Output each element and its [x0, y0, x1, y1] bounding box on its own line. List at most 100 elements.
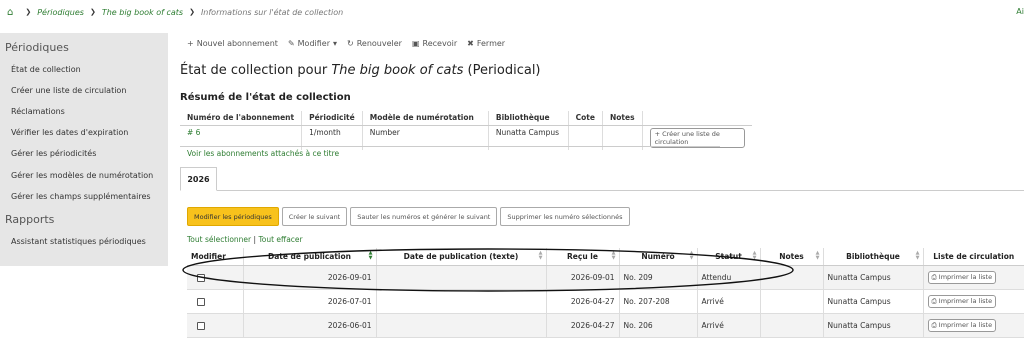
refresh-icon: ↻ [347, 39, 354, 48]
pubdate-text-cell [376, 313, 547, 338]
column-header-pubdate[interactable]: Date de publication ▲ ▼ [243, 248, 377, 266]
tab-2026[interactable]: 2026 [180, 167, 217, 191]
issue-checkbox[interactable] [197, 273, 205, 282]
new-subscription-button[interactable]: + Nouvel abonnement [187, 39, 278, 48]
close-button[interactable]: ✖ Fermer [467, 39, 505, 48]
table-row: 2026-07-01 2026-04-27 No. 207-208 Arrivé… [187, 289, 1024, 314]
new-subscription-label: Nouvel abonnement [196, 39, 278, 48]
page-title-book: The big book of cats [331, 63, 464, 78]
pubdate-cell: 2026-06-01 [243, 313, 377, 338]
printer-icon: ⎙ [931, 272, 937, 281]
renew-label: Renouveler [356, 39, 402, 48]
column-header-library[interactable]: Bibliothèque ▲ ▼ [823, 248, 924, 266]
close-circle-icon: ✖ [467, 39, 474, 48]
breadcrumb-title-link[interactable]: The big book of cats [102, 8, 183, 17]
pencil-icon: ✎ [287, 39, 295, 48]
sort-icon: ▲ ▼ [752, 250, 757, 261]
column-header-label: Bibliothèque [846, 251, 900, 261]
sidebar-item-frequencies[interactable]: Gérer les périodicités [11, 149, 96, 158]
table-row: 2026-09-01 2026-09-01 No. 209 Attendu Nu… [187, 265, 1024, 290]
summary-heading: Résumé de l'état de collection [180, 92, 351, 103]
clear-all-link[interactable]: Tout effacer [258, 235, 302, 244]
summary-header: Périodicité [301, 111, 363, 126]
library-cell: Nunatta Campus [823, 313, 924, 338]
chevron-right-icon: ❯ [89, 8, 96, 16]
column-header-label: Liste de circulation [933, 251, 1015, 261]
subscription-number-link[interactable]: # 6 [187, 128, 200, 137]
pubdate-text-cell [376, 289, 547, 314]
printer-icon: ⎙ [931, 320, 937, 329]
summary-header: Modèle de numérotation [362, 111, 489, 126]
column-header-label: Date de publication [267, 251, 351, 261]
issue-checkbox[interactable] [197, 321, 205, 330]
sidebar-item-statistics-wizard[interactable]: Assistant statistiques périodiques [11, 237, 146, 246]
column-header-edit[interactable]: Modifier [187, 248, 244, 266]
received-cell: 2026-09-01 [546, 265, 620, 290]
sidebar-item-holdings[interactable]: État de collection [11, 65, 81, 74]
sidebar-item-create-routing[interactable]: Créer une liste de circulation [11, 86, 126, 95]
skip-and-generate-button[interactable]: Sauter les numéros et générer le suivant [350, 207, 498, 226]
sidebar-item-claims[interactable]: Réclamations [11, 107, 65, 116]
edit-dropdown-button[interactable]: ✎ Modifier ▾ [288, 39, 337, 48]
printer-icon: ⎙ [931, 296, 937, 305]
print-list-label: Imprimer la liste [938, 296, 993, 305]
issue-checkbox[interactable] [197, 297, 205, 306]
print-list-button[interactable]: ⎙ Imprimer la liste [927, 270, 997, 284]
select-all-link[interactable]: Tout sélectionner [187, 235, 251, 244]
sidebar-item-check-expiration[interactable]: Vérifier les dates d'expiration [11, 128, 128, 137]
divider [180, 146, 720, 147]
summary-header: Cote [568, 111, 603, 126]
column-header-label: Modifier [191, 251, 226, 261]
column-header-label: Date de publication (texte) [403, 251, 519, 261]
toolbar: + Nouvel abonnement ✎ Modifier ▾ ↻ Renouvele… [187, 39, 505, 48]
print-list-button[interactable]: ⎙ Imprimer la liste [927, 318, 997, 332]
select-links: Tout sélectionner | Tout effacer [187, 235, 303, 244]
sidebar-item-numbering-patterns[interactable]: Gérer les modèles de numérotation [11, 171, 153, 180]
issue-actions: Modifier les périodiques Créer le suivan… [187, 207, 630, 226]
chevron-right-icon: ❯ [25, 8, 32, 16]
generate-next-button[interactable]: Créer le suivant [281, 207, 348, 226]
sort-icon: ▲ ▼ [815, 250, 820, 261]
column-header-received[interactable]: Reçu le ▲ ▼ [546, 248, 620, 266]
create-routing-list-label: Créer une liste de circulation [654, 129, 720, 146]
sort-icon: ▲ ▼ [368, 250, 373, 261]
chevron-right-icon: ❯ [189, 8, 195, 16]
home-icon[interactable]: ⌂ [7, 7, 13, 18]
sidebar-item-additional-fields[interactable]: Gérer les champs supplémentaires [11, 192, 151, 201]
close-label: Fermer [476, 39, 506, 48]
create-routing-list-button[interactable]: + Créer une liste de circulation [649, 127, 746, 148]
sidebar-section-title: Périodiques [5, 41, 69, 54]
table-row: 2026-06-01 2026-04-27 No. 206 Arrivé Nun… [187, 313, 1024, 338]
summary-header: Bibliothèque [488, 111, 569, 126]
column-header-status[interactable]: Statut ▲ ▼ [697, 248, 761, 266]
number-cell: No. 207-208 [619, 289, 698, 314]
edit-label: Modifier [297, 39, 330, 48]
receive-label: Recevoir [422, 39, 458, 48]
breadcrumb-serials-link[interactable]: Périodiques [37, 8, 84, 17]
issues-table: Modifier Date de publication ▲ ▼ Date de p… [187, 248, 1024, 338]
column-header-notes[interactable]: Notes ▲ ▼ [760, 248, 824, 266]
breadcrumb-current: Informations sur l'état de collection [200, 7, 344, 17]
inbox-icon: ▣ [411, 39, 420, 48]
edit-serials-button[interactable]: Modifier les périodiques [187, 207, 279, 226]
sort-icon: ▲ ▼ [611, 250, 616, 261]
number-cell: No. 206 [619, 313, 698, 338]
column-header-number[interactable]: Numéro ▲ ▼ [619, 248, 698, 266]
print-list-button[interactable]: ⎙ Imprimer la liste [927, 294, 997, 308]
notes-cell [760, 265, 824, 290]
delete-selected-button[interactable]: Supprimer les numéro sélectionnés [500, 207, 630, 226]
column-header-label: Numéro [641, 251, 675, 261]
number-cell: No. 209 [619, 265, 698, 290]
sort-icon: ▲ ▼ [689, 250, 694, 261]
breadcrumb: ⌂ ❯ Périodiques ❯ The big book of cats ❯… [0, 0, 1024, 24]
help-link[interactable]: Ai [1016, 7, 1024, 16]
sidebar-section-reports: Rapports [5, 213, 55, 226]
attached-subscriptions-link[interactable]: Voir les abonnements attachés à ce titre [187, 149, 339, 158]
renew-button[interactable]: ↻ Renouveler [347, 39, 402, 48]
status-cell: Arrivé [697, 313, 761, 338]
pubdate-cell: 2026-07-01 [243, 289, 377, 314]
receive-button[interactable]: ▣ Recevoir [412, 39, 457, 48]
column-header-pubdate-text[interactable]: Date de publication (texte) ▲ ▼ [376, 248, 547, 266]
column-header-routing[interactable]: Liste de circulation [923, 248, 1024, 266]
column-header-label: Reçu le [567, 251, 598, 261]
